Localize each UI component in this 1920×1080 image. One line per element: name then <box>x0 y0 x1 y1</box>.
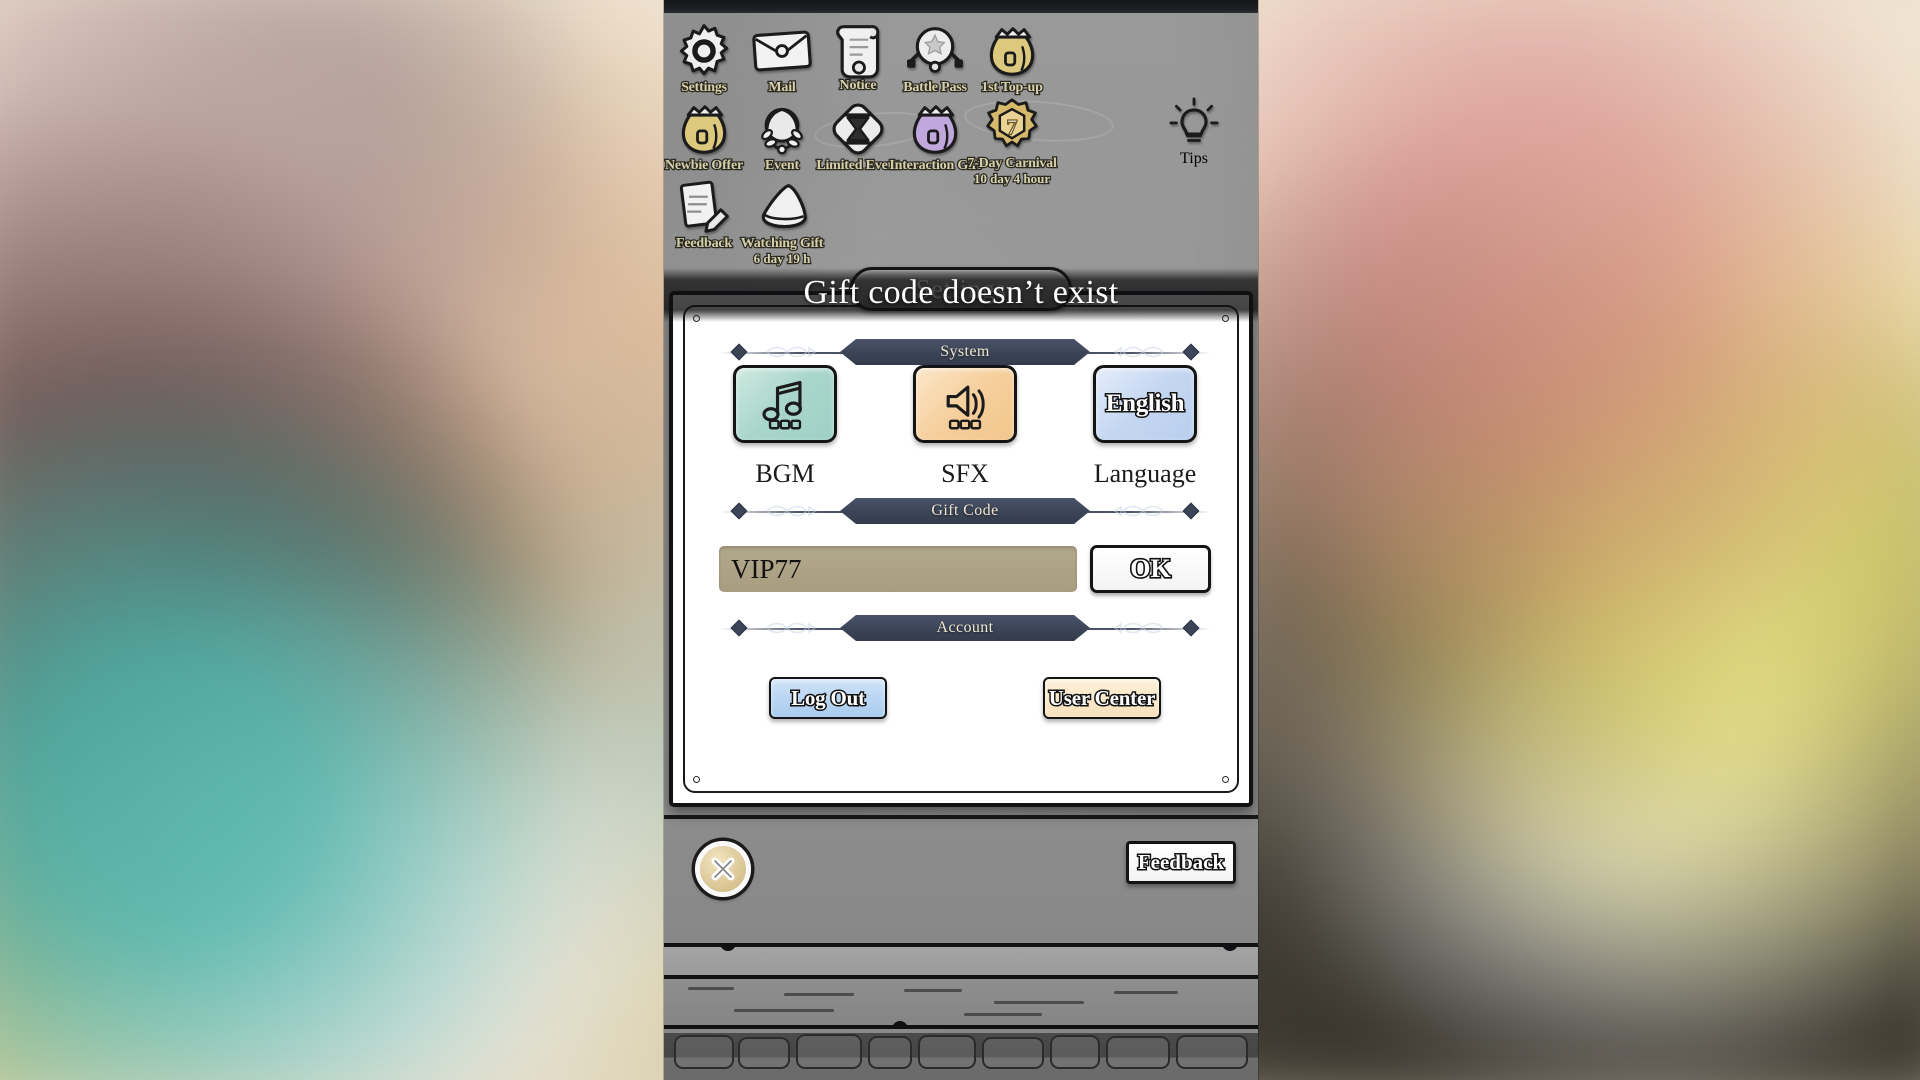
bottom-bar: Feedback <box>664 815 1258 943</box>
option-label-language: Language <box>1093 459 1197 488</box>
close-button[interactable] <box>695 841 751 897</box>
orb-icon <box>904 20 966 82</box>
divider-gem <box>1182 343 1200 361</box>
home-icon-label: Watching Gift <box>739 235 824 253</box>
ok-button-label: OK <box>1129 552 1173 584</box>
option-label-bgm: BGM <box>755 459 815 488</box>
gift-code-submit-button[interactable]: OK <box>1090 545 1211 593</box>
knot-ornament-icon <box>766 622 817 634</box>
gift-code-row: OK <box>719 545 1211 593</box>
ledge-lower <box>664 979 1258 1029</box>
svg-text:7: 7 <box>1006 115 1017 140</box>
knot-ornament-icon <box>1113 346 1164 358</box>
log-out-label: Log Out <box>790 684 867 711</box>
corner-rivet <box>693 776 700 783</box>
system-options-row: BGM SFX English Language <box>719 365 1211 489</box>
envelope-icon <box>751 20 813 82</box>
gold-pouch-icon <box>981 20 1043 82</box>
divider-gem <box>730 343 748 361</box>
game-viewport: Settings Mail Notice Battle Pass 1st Top… <box>664 0 1258 1080</box>
option-sfx[interactable]: SFX <box>899 365 1031 489</box>
divider-plate: Gift Code <box>840 498 1090 524</box>
knot-ornament-icon <box>1113 622 1164 634</box>
ledge-notch <box>720 943 736 951</box>
home-icon-seven-day-carnival[interactable]: 7 7-Day Carnival 10 day 4 hour <box>966 96 1058 187</box>
knot-ornament-icon <box>766 505 817 517</box>
tips-label: Tips <box>1180 150 1208 167</box>
ledge-upper <box>664 943 1258 979</box>
divider-gem <box>1182 502 1200 520</box>
home-icon-first-topup[interactable]: 1st Top-up <box>966 20 1058 97</box>
log-out-button[interactable]: Log Out <box>769 677 887 719</box>
lightbulb-icon <box>1166 94 1222 150</box>
tips-button[interactable]: Tips <box>1154 94 1234 168</box>
user-center-button[interactable]: User Center <box>1043 677 1161 719</box>
ledge-notch <box>1222 943 1238 951</box>
sfx-toggle-button[interactable] <box>913 365 1017 443</box>
home-icon-label: 1st Top-up <box>980 79 1044 97</box>
home-icon-label: 7-Day Carnival <box>966 155 1058 173</box>
user-center-label: User Center <box>1047 684 1157 711</box>
ledge-notch <box>892 1021 908 1029</box>
section-label-system: System <box>940 343 990 360</box>
language-value: English <box>1104 389 1186 419</box>
divider-gem <box>1182 619 1200 637</box>
gear-icon <box>673 20 735 82</box>
gift-code-input[interactable] <box>719 546 1077 592</box>
section-label-account: Account <box>936 619 994 636</box>
purple-pouch-icon <box>904 98 966 160</box>
notepad-pencil-icon <box>673 176 735 238</box>
wizard-hat-icon <box>751 176 813 238</box>
feedback-button-label: Feedback <box>1136 849 1225 876</box>
cobblestone-ground <box>664 1033 1258 1080</box>
home-icon-grid: Settings Mail Notice Battle Pass 1st Top… <box>664 14 1258 304</box>
bgm-toggle-button[interactable] <box>733 365 837 443</box>
home-icon-watching-gift[interactable]: Watching Gift 6 day 19 h <box>736 176 828 267</box>
divider-plate: System <box>840 339 1090 365</box>
knot-ornament-icon <box>1113 505 1164 517</box>
scroll-icon <box>827 18 889 80</box>
section-divider-system: System <box>719 339 1211 365</box>
feedback-button[interactable]: Feedback <box>1126 841 1236 884</box>
gold-pouch-icon <box>673 98 735 160</box>
option-language[interactable]: English Language <box>1079 365 1211 489</box>
settings-dialog: Settings System <box>669 267 1253 807</box>
toast-notification: Gift code doesn’t exist <box>664 268 1258 322</box>
hourglass-icon <box>827 98 889 160</box>
speaker-icon <box>946 385 985 430</box>
option-label-sfx: SFX <box>941 459 989 488</box>
seven-badge-icon: 7 <box>981 96 1043 158</box>
account-buttons-row: Log Out User Center <box>769 677 1161 719</box>
music-note-icon <box>762 380 802 430</box>
knot-ornament-icon <box>766 346 817 358</box>
close-icon <box>711 857 735 881</box>
laurel-wreath-icon <box>751 98 813 160</box>
toast-message: Gift code doesn’t exist <box>803 274 1119 311</box>
divider-gem <box>730 619 748 637</box>
section-label-gift-code: Gift Code <box>931 502 999 519</box>
section-divider-account: Account <box>719 615 1211 641</box>
section-divider-gift-code: Gift Code <box>719 498 1211 524</box>
option-bgm[interactable]: BGM <box>719 365 851 489</box>
divider-plate: Account <box>840 615 1090 641</box>
divider-gem <box>730 502 748 520</box>
top-status-strip <box>664 0 1258 13</box>
home-icon-timer: 6 day 19 h <box>752 250 811 267</box>
home-icon-timer: 10 day 4 hour <box>973 170 1052 187</box>
language-select-button[interactable]: English <box>1093 365 1197 443</box>
ground-ledge <box>664 943 1258 1080</box>
corner-rivet <box>1222 776 1229 783</box>
